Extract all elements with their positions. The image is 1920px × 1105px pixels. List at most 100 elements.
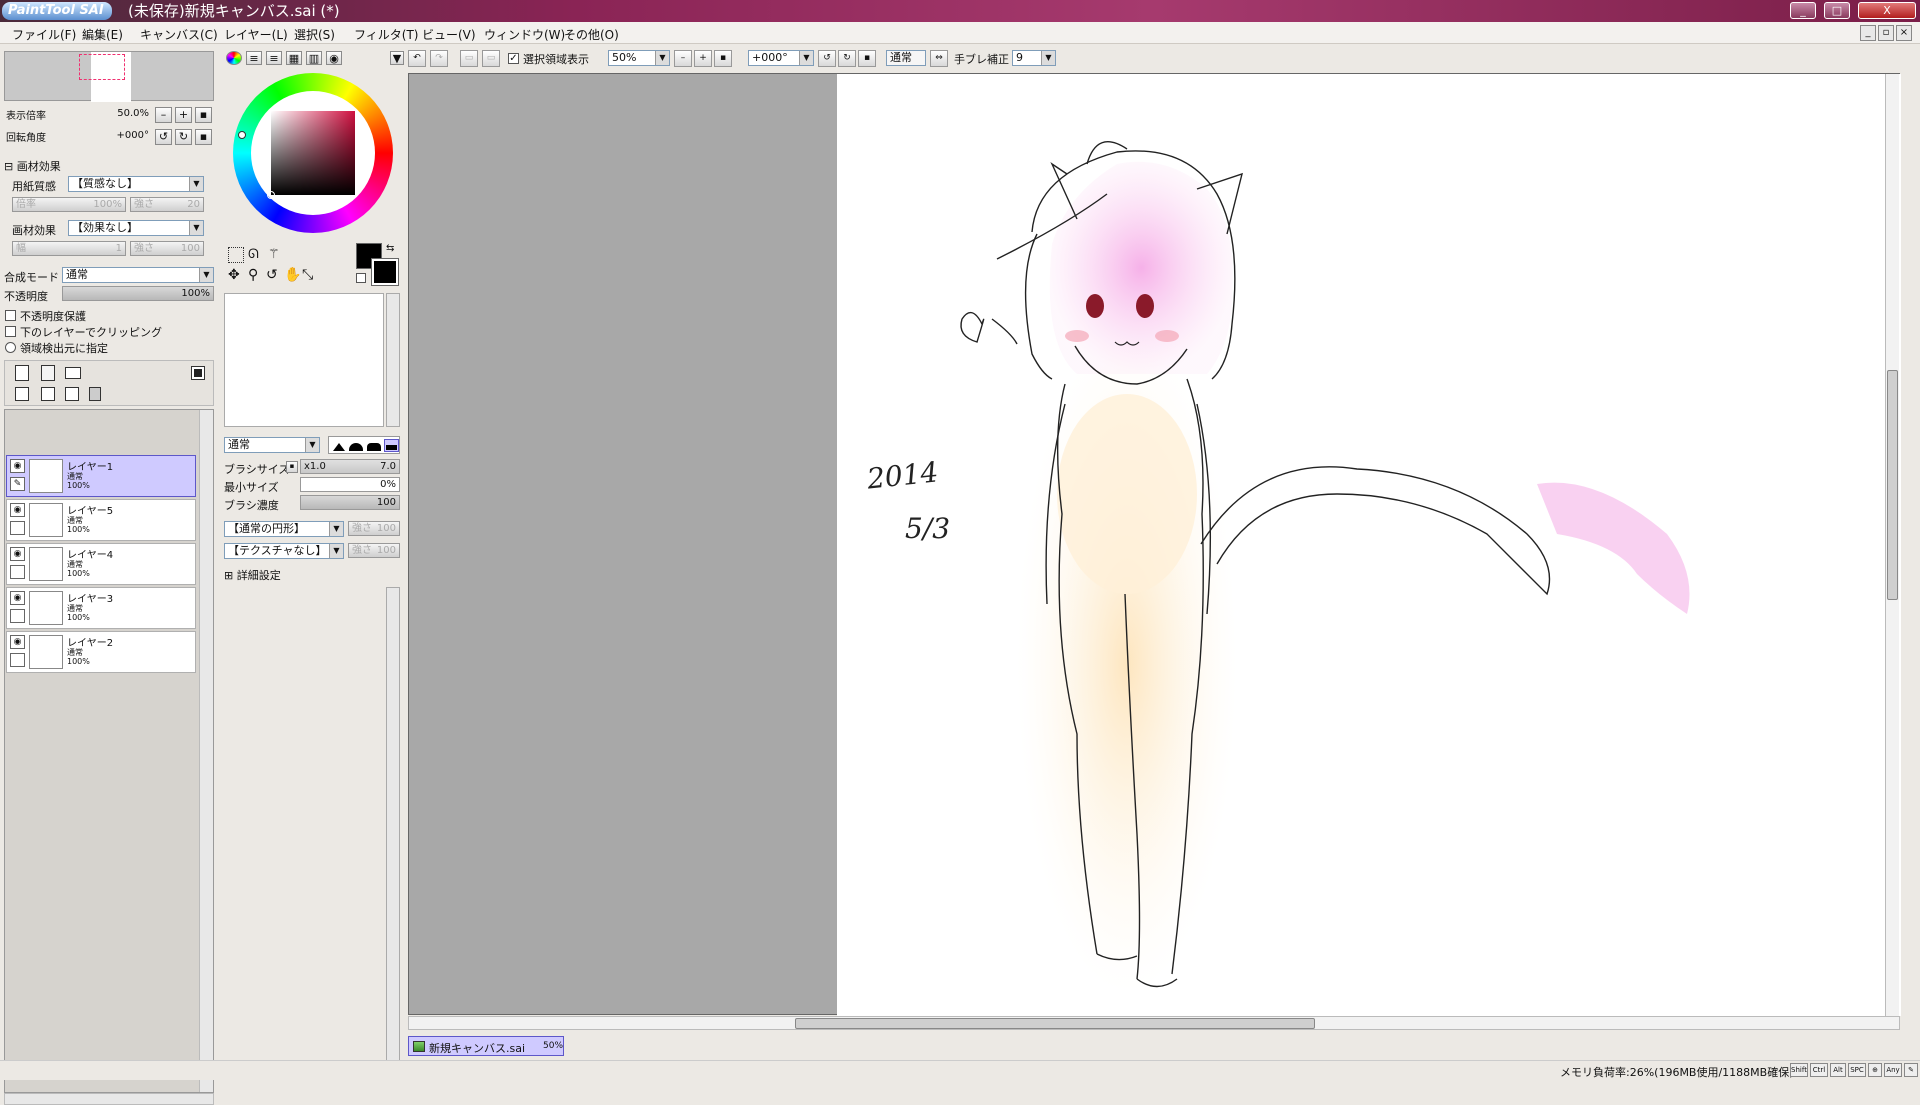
layer-lock-pen-icon[interactable] <box>10 609 25 623</box>
deselect-button[interactable]: ▭ <box>460 50 478 67</box>
tool-grid-scrollbar[interactable] <box>386 293 400 427</box>
rotate-slider[interactable]: +000° <box>4 129 152 144</box>
rotate-reset-button[interactable]: ▪ <box>195 129 212 145</box>
transparent-color-icon[interactable] <box>356 273 366 283</box>
canvas-paper[interactable]: 2014 5/3 <box>837 74 1901 1016</box>
scratchpad-mode-icon[interactable]: ◉ <box>326 51 342 65</box>
hsv-slider-mode-icon[interactable]: ≡ <box>266 51 282 65</box>
brush-size-slider[interactable]: x1.0 7.0 <box>300 459 400 474</box>
clip-lower-checkbox[interactable] <box>5 326 16 337</box>
rect-select-icon[interactable] <box>228 247 244 263</box>
brush-texture-select[interactable]: 【テクスチャなし】 ▼ <box>224 543 344 559</box>
layer-lock-pen-icon[interactable] <box>10 653 25 667</box>
close-button[interactable]: X <box>1858 2 1916 19</box>
eyedropper-icon[interactable]: ⤡ <box>302 267 318 283</box>
menu-file[interactable]: ファイル(F) <box>12 26 76 43</box>
color-panel-menu-icon[interactable]: ▼ <box>390 51 404 65</box>
delete-layer-icon[interactable] <box>89 387 101 401</box>
mdi-close-button[interactable]: × <box>1896 25 1912 41</box>
menu-view[interactable]: ビュー(V) <box>422 26 476 43</box>
toolbar-zoom-reset-button[interactable]: ▪ <box>714 50 732 67</box>
layer-visibility-eye-icon[interactable]: ◉ <box>10 459 25 473</box>
opacity-slider[interactable]: 100% <box>62 286 214 301</box>
texture-strength-slider[interactable]: 強さ 100 <box>348 543 400 558</box>
magic-wand-icon[interactable]: ⚚ <box>268 247 286 263</box>
flip-view-button[interactable]: ⇔ <box>930 50 948 67</box>
canvas-hscroll-thumb[interactable] <box>795 1018 1315 1029</box>
redo-button[interactable]: ↷ <box>430 50 448 67</box>
clear-layer-icon[interactable] <box>65 387 79 401</box>
menu-canvas[interactable]: キャンバス(C) <box>140 26 218 43</box>
zoom-in-button[interactable]: + <box>175 107 192 123</box>
shape-strength-slider[interactable]: 強さ 100 <box>348 521 400 536</box>
brush-size-scrollbar[interactable] <box>386 587 400 1061</box>
menu-edit[interactable]: 編集(E) <box>82 26 123 43</box>
secondary-color-swatch[interactable] <box>371 258 399 286</box>
menu-layer[interactable]: レイヤー(L) <box>224 26 288 43</box>
layer-row[interactable]: ◉ レイヤー5 通常 100% <box>6 499 196 541</box>
layer-mask-icon[interactable] <box>191 366 205 380</box>
canvas-hscrollbar[interactable] <box>408 1016 1900 1030</box>
paper-strength-slider[interactable]: 強さ 20 <box>130 197 204 212</box>
new-folder-icon[interactable] <box>65 367 81 379</box>
color-palette-mode-icon[interactable]: ▦ <box>286 51 302 65</box>
rotate-ccw-button[interactable]: ↺ <box>818 50 836 67</box>
view-blend-select[interactable]: 通常 <box>886 50 926 66</box>
layer-row[interactable]: ◉ レイヤー2 通常 100% <box>6 631 196 673</box>
angle-select[interactable]: +000° ▼ <box>748 50 814 66</box>
undo-button[interactable]: ↶ <box>408 50 426 67</box>
paper-texture-select[interactable]: 【質感なし】 ▼ <box>68 176 204 192</box>
preserve-opacity-checkbox[interactable] <box>5 310 16 321</box>
lasso-icon[interactable]: ᘏ <box>248 247 266 263</box>
zoom-out-button[interactable]: – <box>155 107 172 123</box>
merge-down-icon[interactable] <box>41 387 55 401</box>
mdi-minimize-button[interactable]: _ <box>1860 25 1876 41</box>
rotate-left-button[interactable]: ↺ <box>155 129 172 145</box>
layer-row[interactable]: ◉ レイヤー4 通常 100% <box>6 543 196 585</box>
layer-hscrollbar[interactable] <box>4 1093 214 1105</box>
rotate-icon[interactable]: ↺ <box>266 267 282 283</box>
layer-visibility-eye-icon[interactable]: ◉ <box>10 635 25 649</box>
layer-visibility-eye-icon[interactable]: ◉ <box>10 591 25 605</box>
hand-icon[interactable]: ✋ <box>284 267 301 283</box>
zoom-reset-button[interactable]: ▪ <box>195 107 212 123</box>
min-size-slider[interactable]: 0% <box>300 477 400 492</box>
effect-strength-slider[interactable]: 強さ 100 <box>130 241 204 256</box>
canvas-tab[interactable]: 新規キャンバス.sai 50% <box>408 1036 564 1056</box>
material-header[interactable]: ⊟ 画材効果 <box>4 158 61 174</box>
toolbar-zoom-out-button[interactable]: – <box>674 50 692 67</box>
color-wheel-mode-icon[interactable] <box>226 51 242 65</box>
layer-lock-pen-icon[interactable] <box>10 521 25 535</box>
rotate-right-button[interactable]: ↻ <box>175 129 192 145</box>
brush-shape-selector[interactable] <box>328 436 400 454</box>
layer-list-scrollbar[interactable] <box>199 410 213 1092</box>
brush-blend-select[interactable]: 通常 ▼ <box>224 437 320 453</box>
show-selection-checkbox[interactable]: ✓ <box>508 53 519 64</box>
rotate-cw-button[interactable]: ↻ <box>838 50 856 67</box>
selection-source-radio[interactable] <box>5 342 16 353</box>
material-effect-select[interactable]: 【効果なし】 ▼ <box>68 220 204 236</box>
menu-select[interactable]: 選択(S) <box>294 26 335 43</box>
rotate-reset-toolbar-button[interactable]: ▪ <box>858 50 876 67</box>
canvas-viewport[interactable]: 2014 5/3 <box>408 73 1901 1016</box>
transfer-down-icon[interactable] <box>15 387 29 401</box>
stabilizer-select[interactable]: 9 ▼ <box>1012 50 1056 66</box>
layer-row[interactable]: ◉ ✎ レイヤー1 通常 100% <box>6 455 196 497</box>
brush-density-slider[interactable]: 100 <box>300 495 400 510</box>
hue-ring[interactable] <box>233 73 393 233</box>
zoom-select[interactable]: 50% ▼ <box>608 50 670 66</box>
effect-width-slider[interactable]: 幅1 <box>12 241 126 256</box>
brush-size-lock-icon[interactable]: ▪ <box>286 461 298 473</box>
saturation-value-square[interactable] <box>271 111 355 195</box>
zoom-slider[interactable]: 50.0% <box>4 107 152 122</box>
minimize-button[interactable]: _ <box>1790 2 1816 19</box>
navigator-preview[interactable] <box>4 51 214 102</box>
detail-settings-toggle[interactable]: ⊞ 詳細設定 <box>224 567 281 583</box>
rgb-slider-mode-icon[interactable]: ≡ <box>246 51 262 65</box>
toolbar-zoom-in-button[interactable]: + <box>694 50 712 67</box>
layer-row[interactable]: ◉ レイヤー3 通常 100% <box>6 587 196 629</box>
layer-visibility-eye-icon[interactable]: ◉ <box>10 503 25 517</box>
layer-visibility-eye-icon[interactable]: ◉ <box>10 547 25 561</box>
maximize-button[interactable]: □ <box>1824 2 1850 19</box>
layer-lock-pen-icon[interactable]: ✎ <box>10 477 25 491</box>
